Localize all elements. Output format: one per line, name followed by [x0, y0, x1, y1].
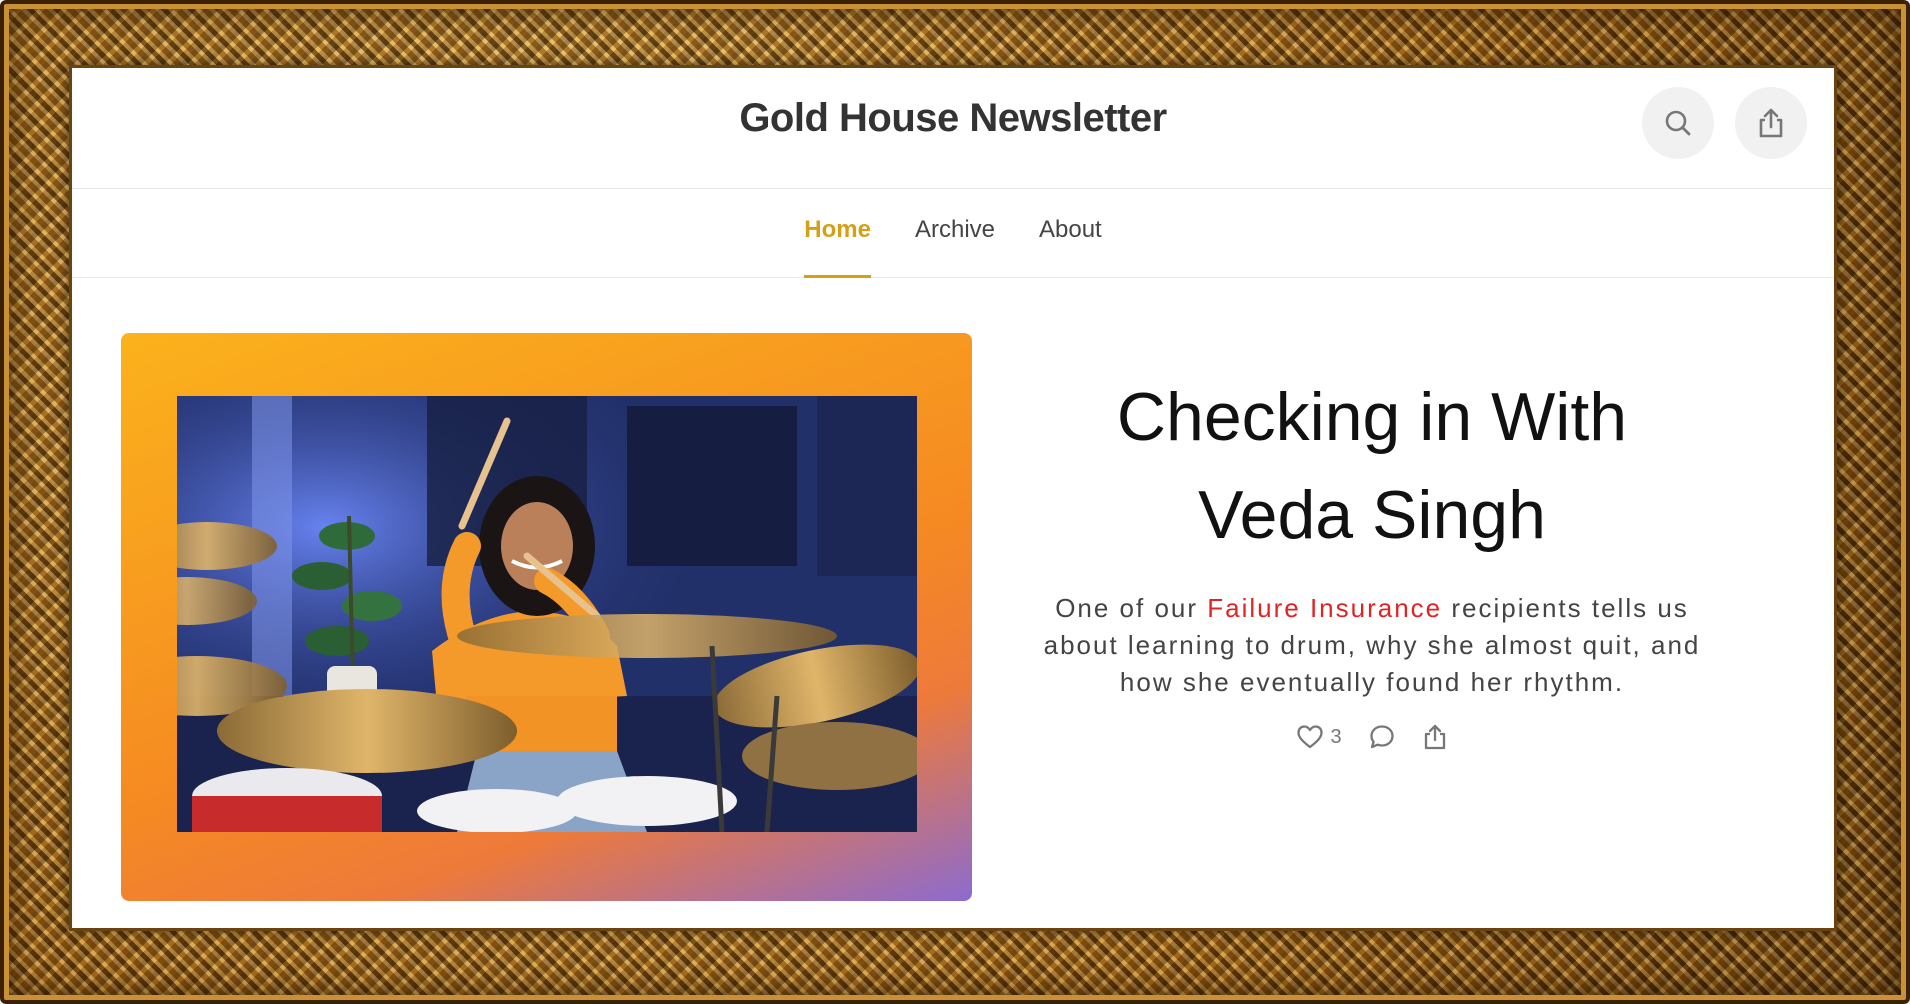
share-icon [1759, 108, 1783, 138]
drummer-illustration [177, 396, 917, 832]
post-title-line1: Checking in With [1116, 379, 1628, 455]
share-button[interactable] [1735, 87, 1807, 159]
nav-archive[interactable]: Archive [915, 189, 995, 277]
main-nav: Home Archive About [72, 189, 1834, 278]
nav-about[interactable]: About [1039, 189, 1102, 277]
post-share-button[interactable] [1422, 723, 1448, 751]
share-icon [1424, 724, 1445, 750]
comment-icon [1369, 725, 1394, 749]
post-title-line2: Veda Singh [1198, 477, 1546, 553]
search-button[interactable] [1642, 87, 1714, 159]
heart-icon [1297, 725, 1324, 749]
site-header: Gold House Newsletter [72, 68, 1834, 189]
post-actions: 3 [1032, 723, 1712, 751]
newsletter-page: Gold House Newsletter Home Archive About [72, 68, 1834, 928]
post-hero-card[interactable] [121, 333, 972, 901]
failure-insurance-link[interactable]: Failure Insurance [1207, 593, 1442, 623]
like-count: 3 [1330, 725, 1342, 748]
site-title[interactable]: Gold House Newsletter [72, 96, 1834, 141]
post-subtitle: One of our Failure Insurance recipients … [1042, 590, 1702, 701]
like-button[interactable]: 3 [1296, 724, 1342, 750]
comment-button[interactable] [1368, 723, 1396, 751]
search-icon [1665, 110, 1691, 136]
nav-home[interactable]: Home [804, 189, 871, 278]
post-title[interactable]: Checking in With Veda Singh [1032, 368, 1712, 564]
post-summary: Checking in With Veda Singh One of our F… [1032, 368, 1712, 751]
subtitle-text-before: One of our [1055, 593, 1208, 623]
post-hero-image[interactable] [177, 396, 917, 832]
